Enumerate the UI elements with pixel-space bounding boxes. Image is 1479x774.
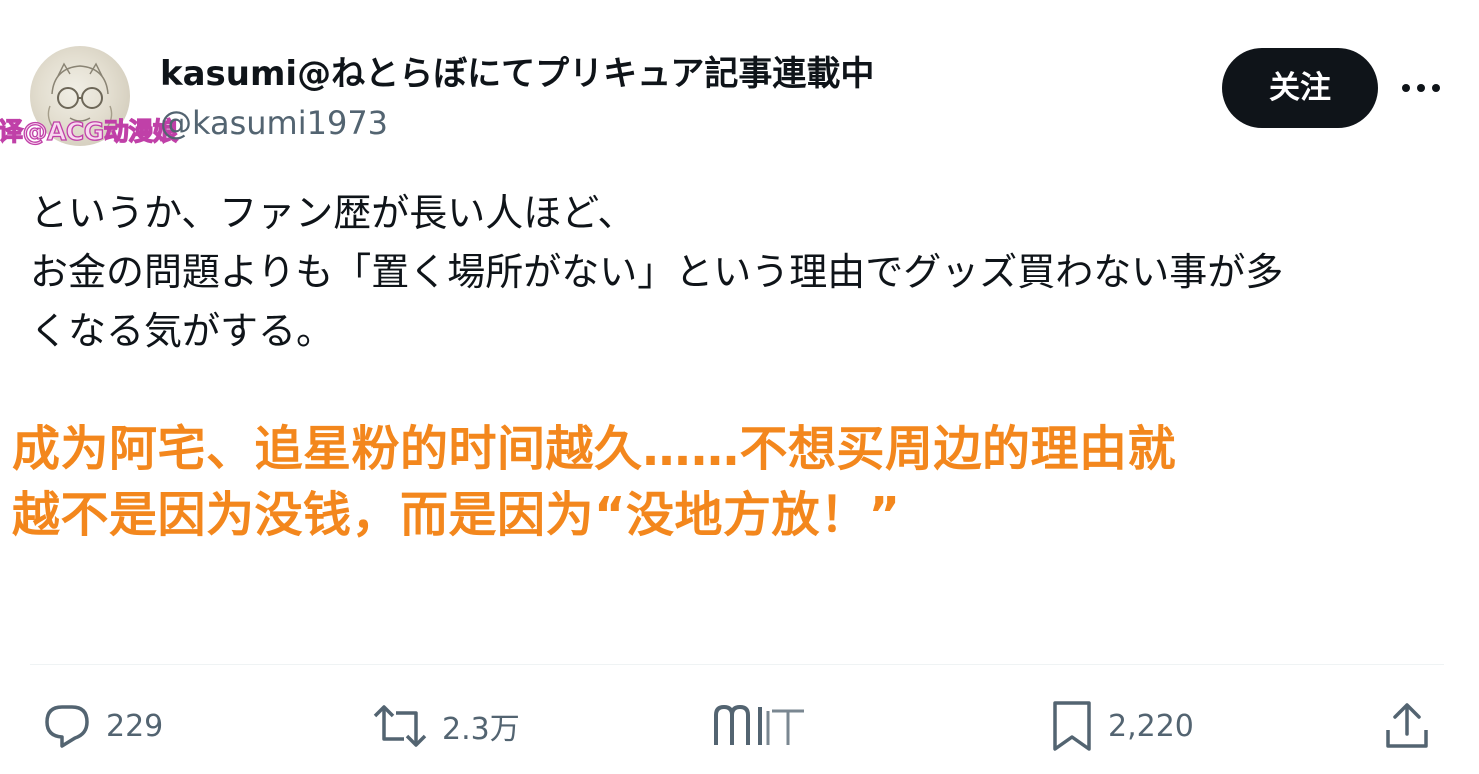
- reply-button[interactable]: 229: [42, 696, 163, 756]
- tweet-text-line: というか、ファン歴が長い人ほど、: [30, 191, 636, 235]
- tweet: 译@ACG动漫娘 kasumi@ねとらぼにてプリキュア記事連載中 @kasumi…: [0, 0, 1479, 774]
- repost-count: 2.3万: [442, 712, 520, 747]
- more-icon[interactable]: [1396, 70, 1446, 106]
- translation-line: 成为阿宅、追星粉的时间越久……不想买周边的理由就: [12, 421, 1177, 477]
- translation-line: 越不是因为没钱，而是因为“没地方放！”: [12, 487, 901, 543]
- share-button[interactable]: [1382, 696, 1432, 756]
- reply-count: 229: [106, 708, 164, 744]
- like-button[interactable]: [712, 696, 866, 756]
- tweet-text: というか、ファン歴が長い人ほど、 お金の問題よりも「置く場所がない」という理由で…: [30, 184, 1450, 361]
- bookmark-count: 2,220: [1108, 708, 1194, 744]
- bookmark-icon: [1053, 701, 1091, 751]
- translation-overlay: 成为阿宅、追星粉的时间越久……不想买周边的理由就 越不是因为没钱，而是因为“没地…: [12, 416, 1472, 548]
- tweet-text-line: くなる気がする。: [30, 309, 335, 353]
- bookmark-button[interactable]: 2,220: [1050, 696, 1194, 756]
- divider: [30, 664, 1444, 665]
- share-icon: [1386, 703, 1428, 748]
- reply-icon: [45, 705, 89, 748]
- like-icon: [714, 704, 804, 745]
- repost-icon: [373, 705, 427, 747]
- repost-button[interactable]: 2.3万: [372, 696, 520, 756]
- author-handle[interactable]: @kasumi1973: [160, 102, 388, 144]
- watermark: 译@ACG动漫娘: [0, 116, 178, 146]
- tweet-text-line: お金の問題よりも「置く場所がない」という理由でグッズ買わない事が多: [30, 250, 1284, 294]
- follow-button[interactable]: 关注: [1222, 48, 1378, 128]
- author-display-name[interactable]: kasumi@ねとらぼにてプリキュア記事連載中: [160, 52, 874, 96]
